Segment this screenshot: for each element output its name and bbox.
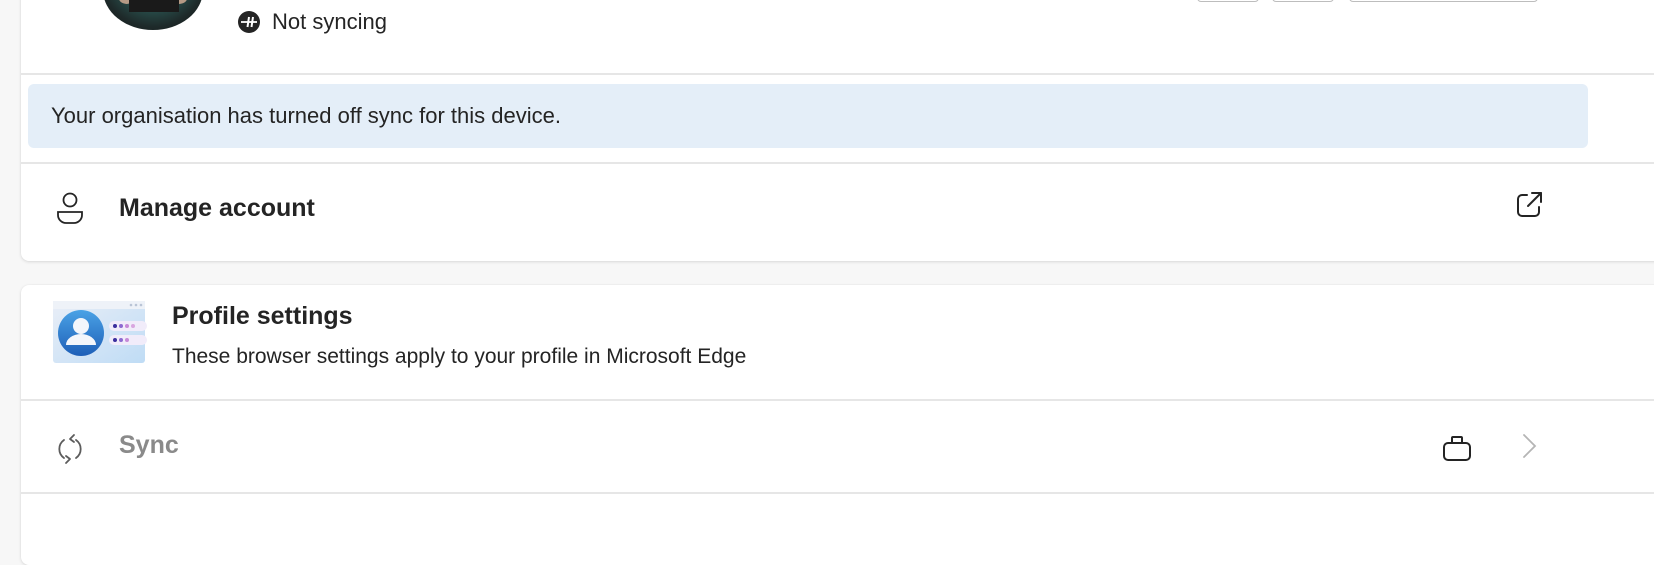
header-button-2[interactable] (1272, 0, 1334, 2)
manage-account-label: Manage account (119, 194, 315, 222)
chevron-right-icon (1523, 434, 1537, 458)
person-icon (57, 192, 83, 224)
divider (21, 73, 1654, 75)
avatar-photo-detail (129, 0, 179, 12)
open-external-icon (1517, 192, 1542, 217)
manage-account-row[interactable]: Manage account (21, 166, 1566, 251)
sync-policy-banner: Your organisation has turned off sync fo… (28, 84, 1588, 148)
sync-label: Sync (119, 431, 179, 459)
avatar (103, 0, 203, 30)
sync-status-text: Not syncing (272, 9, 387, 34)
account-card: Not syncing Your organisation has turned… (21, 0, 1654, 261)
sync-icon (58, 434, 82, 464)
divider (21, 492, 1654, 494)
profile-settings-title: Profile settings (172, 302, 353, 330)
header-button-1[interactable] (1197, 0, 1259, 2)
divider (21, 162, 1654, 164)
header-button-3[interactable] (1349, 0, 1538, 2)
profile-illustration (53, 301, 147, 363)
briefcase-icon (1443, 436, 1471, 461)
sync-status: Not syncing (237, 9, 387, 35)
banner-text: Your organisation has turned off sync fo… (51, 103, 561, 128)
profile-settings-description: These browser settings apply to your pro… (172, 345, 747, 368)
profile-settings-card: Profile settings These browser settings … (21, 285, 1654, 565)
not-syncing-icon (238, 11, 260, 33)
settings-item-sync[interactable]: Sync (21, 401, 1566, 492)
